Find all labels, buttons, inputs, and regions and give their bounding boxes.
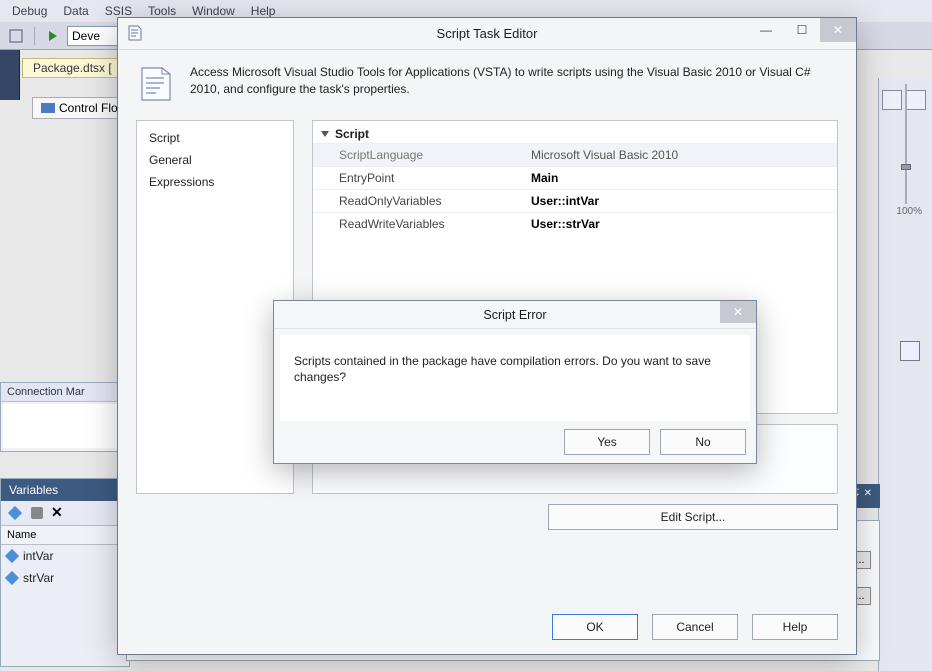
- zoom-slider-thumb[interactable]: [901, 164, 911, 170]
- variable-row[interactable]: intVar: [1, 545, 129, 567]
- editor-hero-text: Access Microsoft Visual Studio Tools for…: [190, 64, 838, 104]
- control-flow-icon: [41, 103, 55, 113]
- delete-variable-icon[interactable]: ✕: [51, 505, 67, 521]
- variable-icon: [5, 549, 19, 563]
- propgrid-row-scriptlanguage[interactable]: ScriptLanguage Microsoft Visual Basic 20…: [313, 143, 837, 166]
- variables-panel: Variables ✕ Name intVar strVar: [0, 478, 130, 667]
- script-error-dialog: Script Error ✕ Scripts contained in the …: [273, 300, 757, 464]
- dialog-title: Script Error: [483, 308, 546, 322]
- editor-nav-item-expressions[interactable]: Expressions: [147, 171, 283, 193]
- rail-button[interactable]: [906, 90, 926, 110]
- window-title: Script Task Editor: [437, 26, 538, 41]
- menu-item[interactable]: Data: [55, 2, 96, 20]
- document-tab-strip: Package.dtsx [: [22, 56, 123, 78]
- dialog-button-row: Yes No: [274, 421, 756, 455]
- left-toolwindow-tab[interactable]: [0, 50, 20, 100]
- prop-key: ReadOnlyVariables: [313, 190, 523, 212]
- designer-tab-strip: Control Flo: [32, 96, 127, 120]
- prop-value[interactable]: Microsoft Visual Basic 2010: [523, 144, 837, 166]
- dialog-message: Scripts contained in the package have co…: [294, 353, 736, 385]
- help-button[interactable]: Help: [752, 614, 838, 640]
- prop-value[interactable]: User::strVar: [523, 213, 837, 235]
- script-task-icon: [126, 24, 144, 42]
- editor-nav-item-script[interactable]: Script: [147, 127, 283, 149]
- maximize-button[interactable]: ☐: [784, 18, 820, 42]
- document-tab[interactable]: Package.dtsx [: [22, 58, 123, 78]
- variable-name: strVar: [23, 571, 54, 585]
- close-button[interactable]: ✕: [720, 301, 756, 323]
- menu-item[interactable]: Debug: [4, 2, 55, 20]
- editor-footer: OK Cancel Help: [552, 614, 838, 640]
- propgrid-section-header[interactable]: Script: [313, 121, 837, 143]
- zoom-label: 100%: [896, 206, 922, 217]
- panel-header: Variables: [1, 479, 129, 501]
- zoom-slider[interactable]: [905, 84, 907, 204]
- fit-to-screen-button[interactable]: [900, 341, 920, 361]
- prop-key: EntryPoint: [313, 167, 523, 189]
- add-variable-icon[interactable]: [7, 505, 23, 521]
- close-button[interactable]: ✕: [820, 18, 856, 42]
- editor-nav: Script General Expressions: [136, 120, 294, 494]
- editor-nav-item-general[interactable]: General: [147, 149, 283, 171]
- variable-icon: [5, 571, 19, 585]
- panel-header: Connection Mar: [1, 383, 129, 402]
- connection-managers-panel: Connection Mar: [0, 382, 130, 452]
- variables-column-header: Name: [1, 526, 129, 545]
- designer-tab-control-flow[interactable]: Control Flo: [32, 97, 127, 119]
- connection-list[interactable]: [3, 404, 127, 448]
- prop-key: ReadWriteVariables: [313, 213, 523, 235]
- prop-value[interactable]: Main: [523, 167, 837, 189]
- dialog-titlebar[interactable]: Script Error ✕: [274, 301, 756, 329]
- move-variable-icon[interactable]: [29, 505, 45, 521]
- collapse-icon: [321, 131, 329, 137]
- variable-row[interactable]: strVar: [1, 567, 129, 589]
- editor-hero: Access Microsoft Visual Studio Tools for…: [118, 50, 856, 114]
- prop-key: ScriptLanguage: [313, 144, 523, 166]
- ok-button[interactable]: OK: [552, 614, 638, 640]
- dialog-body: Scripts contained in the package have co…: [280, 335, 750, 421]
- designer-tab-label: Control Flo: [59, 101, 118, 115]
- prop-value[interactable]: User::intVar: [523, 190, 837, 212]
- rail-button[interactable]: [882, 90, 902, 110]
- edit-script-button[interactable]: Edit Script...: [548, 504, 838, 530]
- variables-toolbar: ✕: [1, 501, 129, 526]
- propgrid-section-label: Script: [335, 127, 369, 141]
- yes-button[interactable]: Yes: [564, 429, 650, 455]
- no-button[interactable]: No: [660, 429, 746, 455]
- propgrid-row-entrypoint[interactable]: EntryPoint Main: [313, 166, 837, 189]
- right-rail: 100%: [878, 78, 932, 671]
- propgrid-row-readonlyvars[interactable]: ReadOnlyVariables User::intVar: [313, 189, 837, 212]
- minimize-button[interactable]: —: [748, 18, 784, 42]
- panel-title: Variables: [9, 483, 58, 497]
- variable-name: intVar: [23, 549, 53, 563]
- cancel-button[interactable]: Cancel: [652, 614, 738, 640]
- start-debug-button[interactable]: [43, 26, 63, 46]
- window-titlebar[interactable]: Script Task Editor — ☐ ✕: [118, 18, 856, 50]
- toolbar-button[interactable]: [6, 26, 26, 46]
- propgrid-row-readwritevars[interactable]: ReadWriteVariables User::strVar: [313, 212, 837, 235]
- script-icon: [136, 64, 176, 104]
